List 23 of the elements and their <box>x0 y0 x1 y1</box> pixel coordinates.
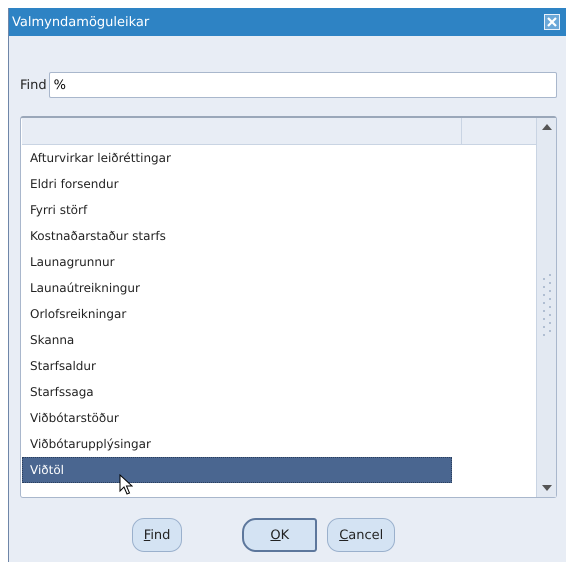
ok-button[interactable]: OK <box>242 518 318 552</box>
scrollbar[interactable] <box>536 118 556 497</box>
list-item[interactable]: Afturvirkar leiðréttingar <box>22 145 452 171</box>
list-item[interactable]: Starfsaldur <box>22 353 452 379</box>
list-item[interactable]: Launagrunnur <box>22 249 452 275</box>
list-item[interactable]: Eldri forsendur <box>22 171 452 197</box>
scroll-up-icon[interactable] <box>540 123 552 131</box>
list-item[interactable]: Starfssaga <box>22 379 452 405</box>
list-item[interactable]: Viðbótarstöður <box>22 405 452 431</box>
cancel-button[interactable]: Cancel <box>327 518 396 552</box>
list-item[interactable]: Viðbótarupplýsingar <box>22 431 452 457</box>
window-title: Valmyndamöguleikar <box>12 14 150 30</box>
list-item[interactable]: Kostnaðarstaður starfs <box>22 223 452 249</box>
find-button[interactable]: Find <box>132 518 182 552</box>
list-item[interactable]: Orlofsreikningar <box>22 301 452 327</box>
list-item[interactable]: Launaútreikningur <box>22 275 452 301</box>
list-item[interactable]: Fyrri störf <box>22 197 452 223</box>
find-label: Find <box>20 78 47 92</box>
scroll-down-icon[interactable] <box>540 484 552 492</box>
find-field[interactable]: % <box>48 72 557 98</box>
close-icon[interactable] <box>544 14 560 30</box>
list-item[interactable]: Viðtöl <box>22 457 452 483</box>
list-item[interactable]: Skanna <box>22 327 452 353</box>
